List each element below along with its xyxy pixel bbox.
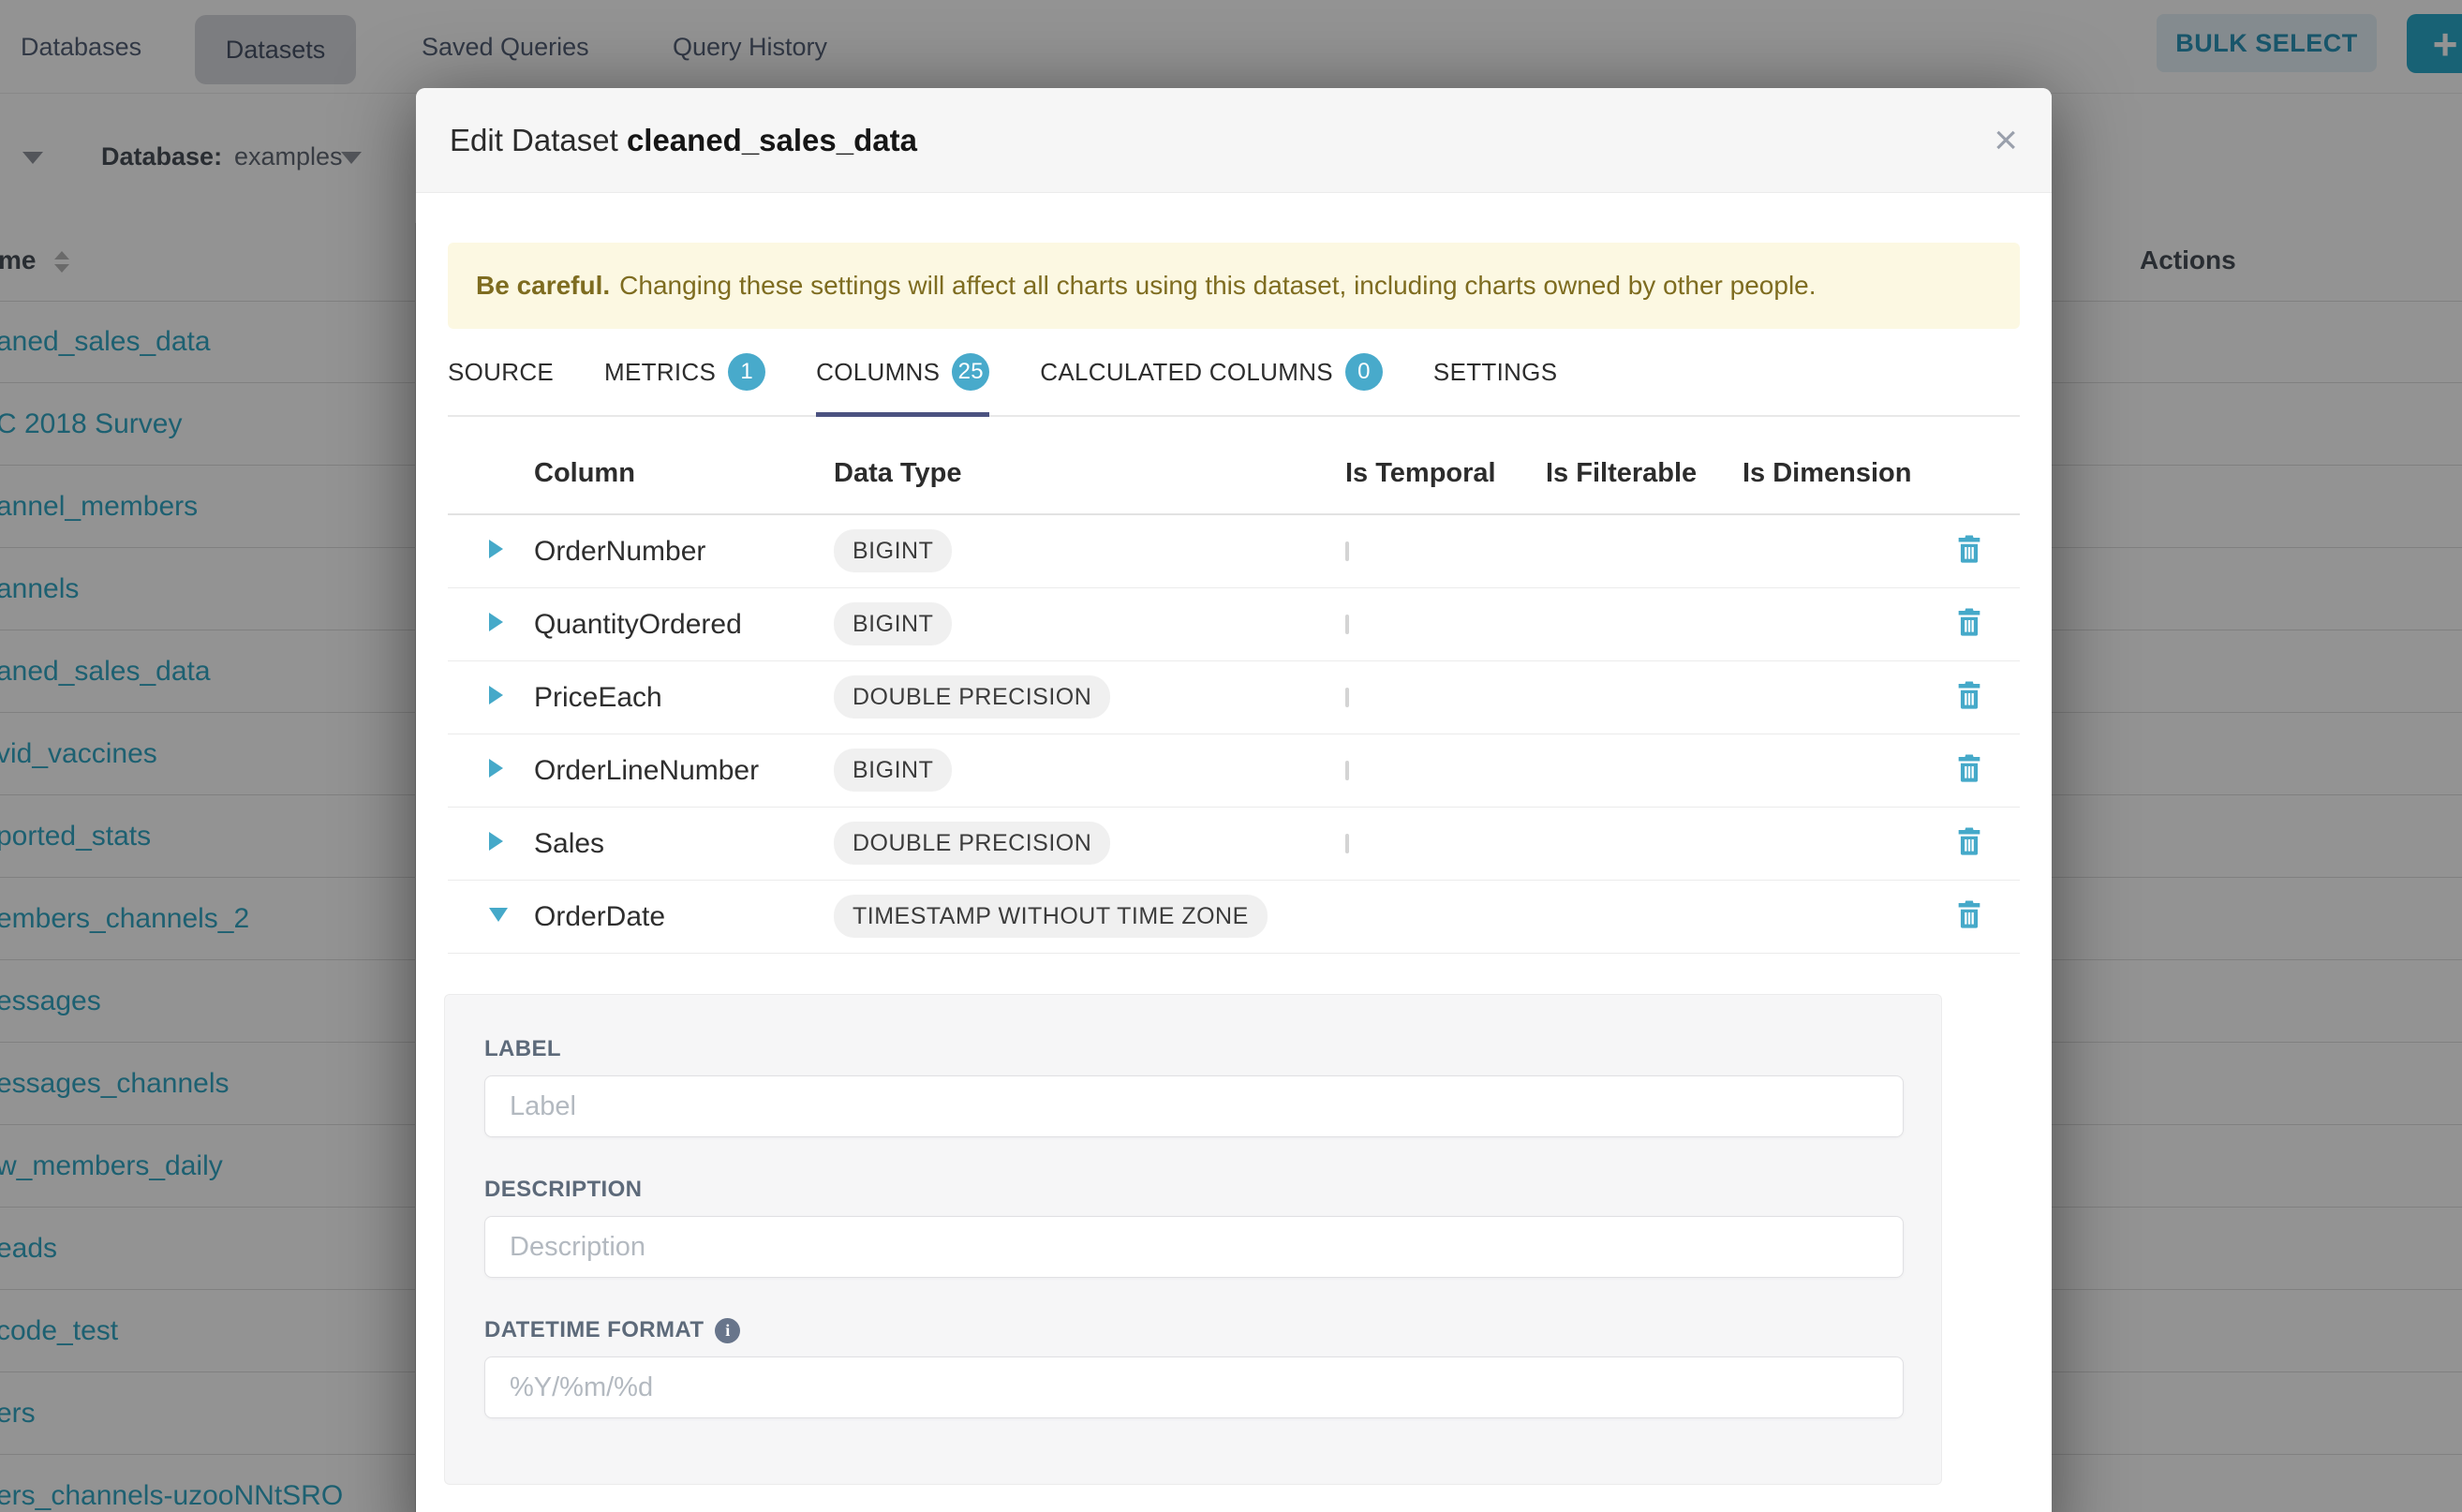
label-field-group: LABEL — [484, 1036, 1902, 1137]
column-name: Sales — [534, 828, 834, 860]
expand-caret-icon[interactable] — [489, 759, 503, 778]
data-type-pill: BIGINT — [834, 749, 952, 792]
data-type-pill: TIMESTAMP WITHOUT TIME ZONE — [834, 895, 1268, 938]
delete-column-icon[interactable] — [1953, 533, 1985, 565]
column-name: OrderDate — [534, 901, 834, 933]
expand-caret-icon[interactable] — [489, 613, 503, 631]
is-temporal-checkbox[interactable] — [1345, 615, 1349, 634]
tab-settings[interactable]: SETTINGS — [1433, 353, 1557, 415]
tab-count-badge: 1 — [728, 353, 765, 391]
orderdate-expanded-panel: LABEL DESCRIPTION DATETIME FORMAT i — [444, 994, 1942, 1485]
tab-count-badge: 0 — [1345, 353, 1383, 391]
delete-column-icon[interactable] — [1953, 679, 1985, 711]
modal-header: Edit Dataset cleaned_sales_data × — [416, 88, 2052, 193]
expand-caret-icon[interactable] — [489, 686, 503, 704]
header-data-type: Data Type — [834, 458, 1345, 489]
data-type-pill: BIGINT — [834, 602, 952, 645]
label-field-label: LABEL — [484, 1036, 1902, 1062]
is-temporal-checkbox[interactable] — [1345, 541, 1349, 561]
description-field-group: DESCRIPTION — [484, 1177, 1902, 1278]
tab-label: SETTINGS — [1433, 358, 1557, 387]
column-name: OrderLineNumber — [534, 755, 834, 787]
collapse-caret-icon[interactable] — [489, 908, 508, 922]
tab-metrics[interactable]: METRICS 1 — [604, 353, 765, 415]
warning-bold-text: Be careful. — [476, 271, 610, 301]
modal-body: Be careful. Changing these settings will… — [416, 243, 2052, 1485]
header-is-filterable: Is Filterable — [1546, 458, 1743, 489]
header-column: Column — [534, 458, 834, 489]
data-type-pill: BIGINT — [834, 529, 952, 572]
delete-column-icon[interactable] — [1953, 752, 1985, 784]
column-row-sales: Sales DOUBLE PRECISION — [448, 808, 2020, 881]
column-row-quantityordered: QuantityOrdered BIGINT — [448, 588, 2020, 661]
tab-label: COLUMNS — [816, 358, 940, 387]
datetime-format-field-label: DATETIME FORMAT i — [484, 1317, 1902, 1343]
tab-label: SOURCE — [448, 358, 554, 387]
datetime-format-field-group: DATETIME FORMAT i — [484, 1317, 1902, 1418]
column-row-ordernumber: OrderNumber BIGINT — [448, 515, 2020, 588]
modal-tabs: SOURCE METRICS 1 COLUMNS 25 CALCULATED COL… — [448, 353, 2020, 417]
field-label-text: LABEL — [484, 1036, 561, 1062]
description-input[interactable] — [484, 1216, 1904, 1278]
tab-label: CALCULATED COLUMNS — [1040, 358, 1333, 387]
modal-title: Edit Dataset cleaned_sales_data — [450, 123, 917, 158]
screen: Databases Datasets Saved Queries Query H… — [0, 0, 2462, 1512]
column-row-orderdate: OrderDate TIMESTAMP WITHOUT TIME ZONE — [448, 881, 2020, 954]
warning-text: Changing these settings will affect all … — [619, 271, 1816, 301]
tab-count-badge: 25 — [952, 353, 989, 391]
tab-source[interactable]: SOURCE — [448, 353, 554, 415]
modal-title-dataset-name: cleaned_sales_data — [627, 123, 917, 157]
column-name: QuantityOrdered — [534, 609, 834, 641]
columns-table-header: Column Data Type Is Temporal Is Filterab… — [448, 417, 2020, 515]
data-type-pill: DOUBLE PRECISION — [834, 675, 1110, 719]
field-label-text: DATETIME FORMAT — [484, 1317, 704, 1343]
column-name: PriceEach — [534, 682, 834, 714]
data-type-pill: DOUBLE PRECISION — [834, 822, 1110, 865]
label-input[interactable] — [484, 1075, 1904, 1137]
header-is-temporal: Is Temporal — [1345, 458, 1546, 489]
field-label-text: DESCRIPTION — [484, 1177, 642, 1203]
expand-caret-icon[interactable] — [489, 540, 503, 558]
tab-label: METRICS — [604, 358, 716, 387]
edit-dataset-modal: Edit Dataset cleaned_sales_data × Be car… — [416, 88, 2052, 1512]
delete-column-icon[interactable] — [1953, 898, 1985, 930]
column-name: OrderNumber — [534, 536, 834, 568]
info-icon[interactable]: i — [715, 1318, 740, 1343]
tab-calculated-columns[interactable]: CALCULATED COLUMNS 0 — [1040, 353, 1383, 415]
is-temporal-checkbox[interactable] — [1345, 834, 1349, 853]
column-row-orderlinenumber: OrderLineNumber BIGINT — [448, 734, 2020, 808]
header-is-dimension: Is Dimension — [1743, 458, 1953, 489]
close-icon[interactable]: × — [1994, 120, 2018, 161]
warning-banner: Be careful. Changing these settings will… — [448, 243, 2020, 329]
is-temporal-checkbox[interactable] — [1345, 688, 1349, 707]
is-temporal-checkbox[interactable] — [1345, 761, 1349, 780]
column-row-priceeach: PriceEach DOUBLE PRECISION — [448, 661, 2020, 734]
modal-title-prefix: Edit Dataset — [450, 123, 618, 157]
datetime-format-input[interactable] — [484, 1356, 1904, 1418]
expand-caret-icon[interactable] — [489, 832, 503, 851]
delete-column-icon[interactable] — [1953, 825, 1985, 857]
description-field-label: DESCRIPTION — [484, 1177, 1902, 1203]
delete-column-icon[interactable] — [1953, 606, 1985, 638]
tab-columns[interactable]: COLUMNS 25 — [816, 353, 989, 415]
